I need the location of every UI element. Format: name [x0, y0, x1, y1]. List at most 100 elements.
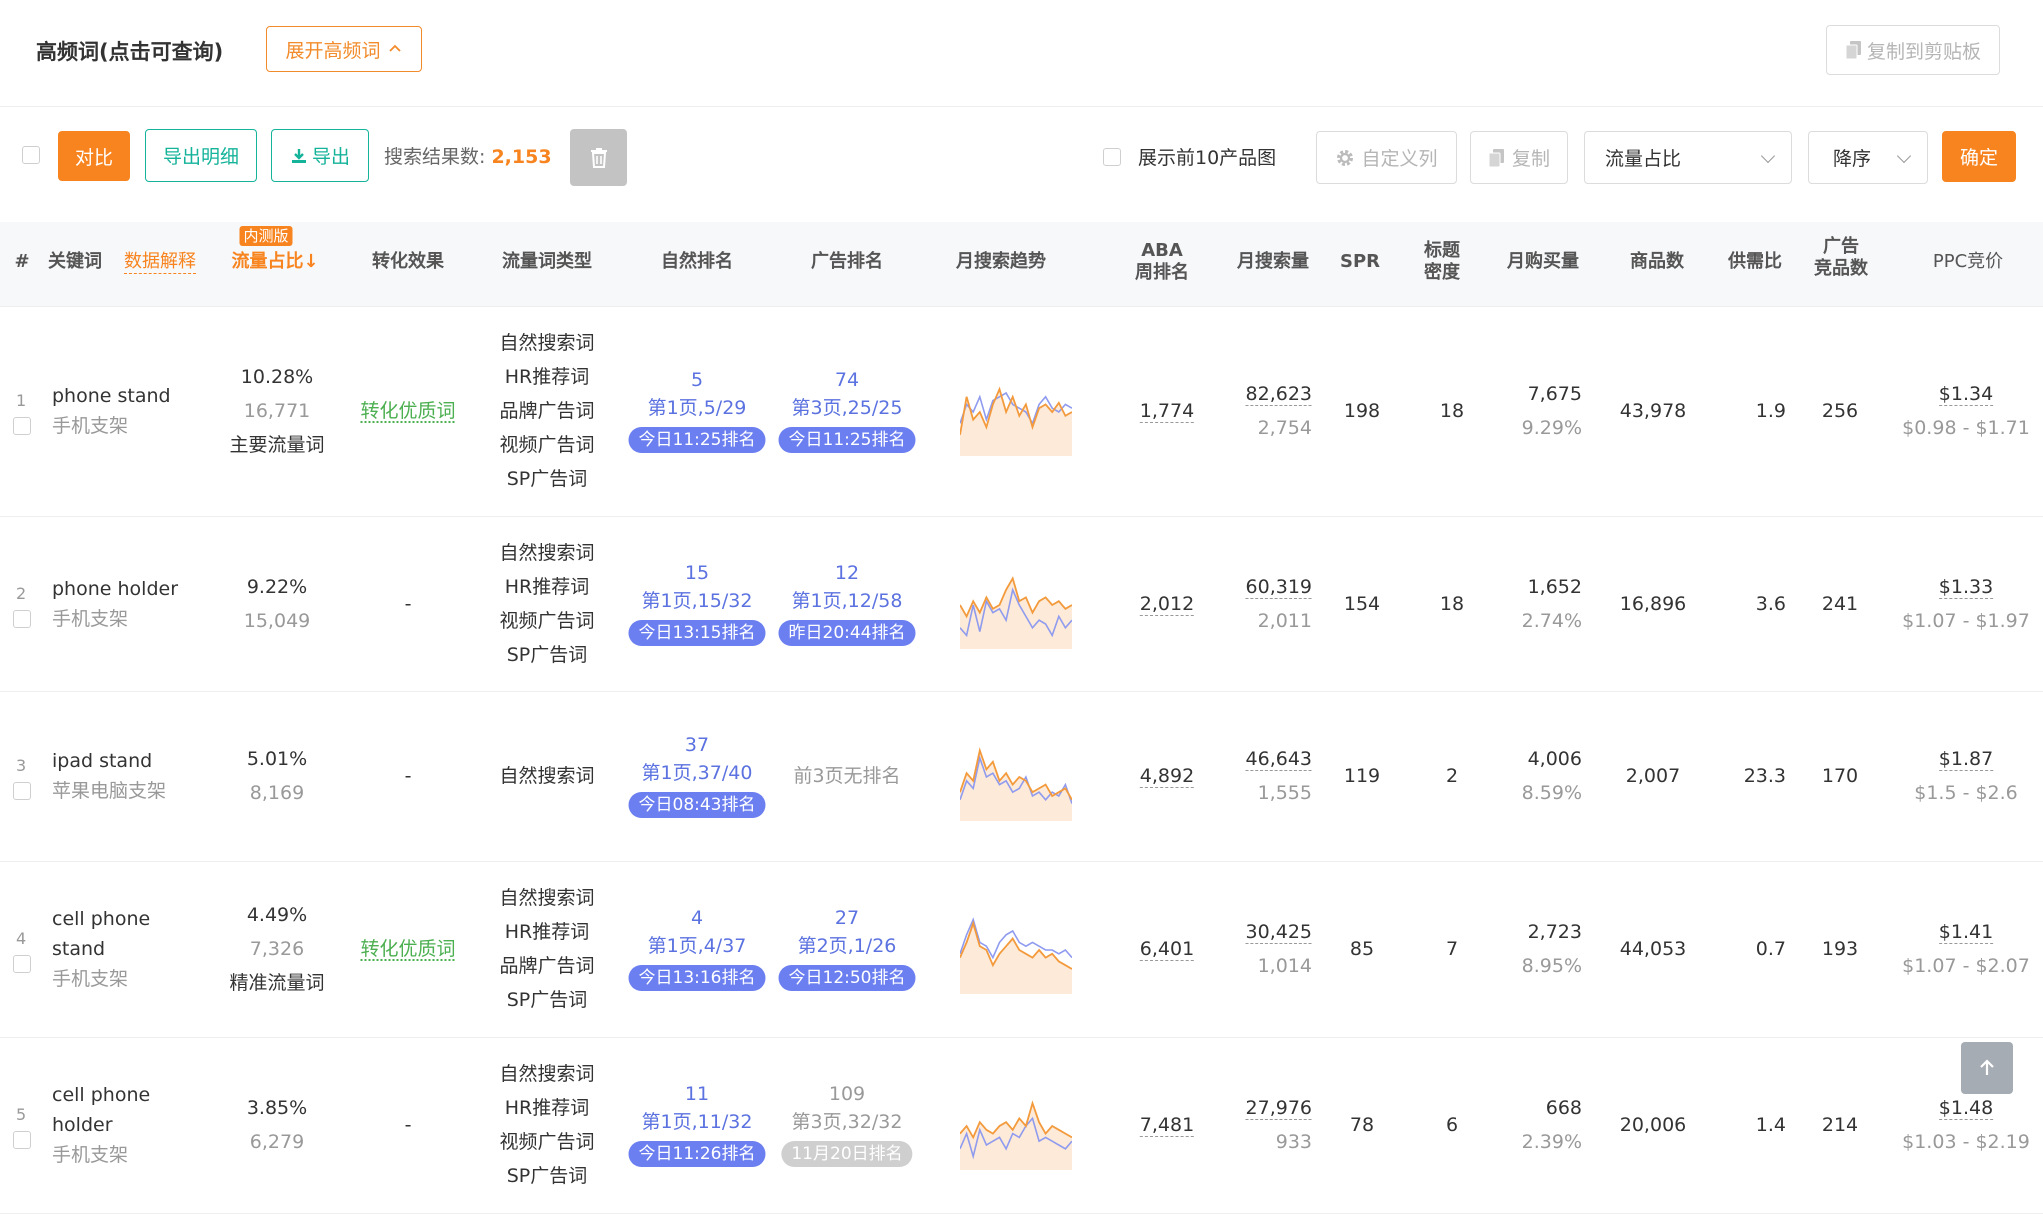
row-checkbox[interactable] [13, 1131, 31, 1149]
keyword-cell: cell phone holder 手机支架 [52, 1080, 150, 1170]
natural-rank-cell: 5 第1页,5/29 今日11:25排名 [629, 366, 766, 456]
result-number: 2,153 [491, 146, 551, 168]
traffic-type-item: 自然搜索词 [499, 759, 594, 793]
aba-rank-value[interactable]: 1,774 [1140, 400, 1194, 423]
scroll-top-button[interactable] [1961, 1042, 2013, 1094]
aba-rank-value[interactable]: 7,481 [1140, 1114, 1194, 1137]
title-density-value: 2 [1446, 759, 1458, 793]
ad-products-value: 170 [1822, 759, 1858, 793]
trend-chart[interactable] [960, 559, 1072, 649]
row-checkbox[interactable] [13, 610, 31, 628]
natural-rank-page: 第1页,37/40 [629, 759, 766, 787]
compare-button[interactable]: 对比 [58, 131, 130, 181]
trend-chart[interactable] [960, 366, 1072, 456]
monthly-search-value[interactable]: 46,643 [1246, 748, 1312, 771]
expand-keywords-button[interactable]: 展开高频词 [266, 26, 422, 72]
monthly-search-value[interactable]: 30,425 [1246, 921, 1312, 944]
purchase-rate: 2.74% [1522, 604, 1582, 638]
aba-rank-value[interactable]: 6,401 [1140, 938, 1194, 961]
ppc-value[interactable]: $1.48 [1939, 1097, 1993, 1120]
natural-rank-cell: 15 第1页,15/32 今日13:15排名 [629, 559, 766, 649]
col-index: # [14, 251, 29, 273]
ppc-range: $1.5 - $2.6 [1914, 776, 2018, 810]
keyword-text[interactable]: phone holder [52, 574, 178, 604]
monthly-search-value[interactable]: 82,623 [1246, 383, 1312, 406]
confirm-button[interactable]: 确定 [1942, 131, 2016, 182]
ppc-value[interactable]: $1.33 [1939, 576, 1993, 599]
beta-badge: 内测版 [239, 226, 292, 246]
keyword-text[interactable]: stand [52, 934, 150, 964]
ppc-cell: $1.33 $1.07 - $1.97 [1902, 570, 2030, 638]
traffic-type-item: SP广告词 [499, 1159, 594, 1193]
traffic-type-item: HR推荐词 [499, 570, 594, 604]
traffic-share-count: 7,326 [229, 932, 324, 966]
ppc-value[interactable]: $1.41 [1939, 921, 1993, 944]
col-traffic-share[interactable]: 流量占比↓ [231, 251, 318, 273]
row-checkbox[interactable] [13, 955, 31, 973]
ad-rank-page: 第1页,12/58 [779, 587, 916, 615]
ppc-cell: $1.41 $1.07 - $2.07 [1902, 915, 2030, 983]
product-count-value: 43,978 [1620, 394, 1686, 428]
keyword-translation: 手机支架 [52, 411, 171, 441]
keyword-text[interactable]: ipad stand [52, 746, 166, 776]
aba-rank-cell: 7,481 [1140, 1108, 1194, 1142]
natural-rank-number: 37 [629, 731, 766, 759]
export-button[interactable]: 导出 [271, 129, 369, 182]
aba-rank-value[interactable]: 2,012 [1140, 593, 1194, 616]
aba-rank-cell: 2,012 [1140, 587, 1194, 621]
ad-rank-time-badge: 11月20日排名 [781, 1141, 912, 1167]
table-row: 1 phone stand 手机支架 10.28% 16,771 主要流量词 转化优质词 自然… [0, 306, 2043, 517]
ad-rank-cell: 27 第2页,1/26 今日12:50排名 [779, 904, 916, 994]
ad-rank-page: 第2页,1/26 [779, 932, 916, 960]
row-checkbox[interactable] [13, 782, 31, 800]
row-checkbox[interactable] [13, 417, 31, 435]
traffic-type-item: HR推荐词 [499, 1091, 594, 1125]
supply-demand-value: 1.9 [1756, 394, 1786, 428]
monthly-search-value[interactable]: 27,976 [1246, 1097, 1312, 1120]
copy-clipboard-button[interactable]: 复制到剪贴板 [1826, 25, 2000, 75]
ppc-cell: $1.34 $0.98 - $1.71 [1902, 377, 2030, 445]
keyword-text[interactable]: phone stand [52, 381, 171, 411]
ppc-value[interactable]: $1.87 [1939, 748, 1993, 771]
data-explain-link[interactable]: 数据解释 [124, 251, 196, 274]
traffic-share-cell: 5.01% 8,169 [247, 742, 307, 810]
monthly-purchase-cell: 7,675 9.29% [1522, 377, 1582, 445]
conversion-value: 转化优质词 [360, 938, 455, 960]
keyword-text[interactable]: cell phone [52, 904, 150, 934]
title-density-value: 18 [1440, 587, 1464, 621]
purchase-rate: 8.59% [1522, 776, 1582, 810]
trend-chart[interactable] [960, 731, 1072, 821]
sort-order-select[interactable]: 降序 [1808, 131, 1928, 184]
traffic-type-item: 视频广告词 [499, 604, 594, 638]
ad-products-value: 193 [1822, 932, 1858, 966]
trend-chart[interactable] [960, 904, 1072, 994]
spr-value: 154 [1344, 587, 1380, 621]
conversion-cell: 转化优质词 [360, 932, 455, 966]
aba-rank-value[interactable]: 4,892 [1140, 765, 1194, 788]
title-density-value: 6 [1446, 1108, 1458, 1142]
product-count-value: 44,053 [1620, 932, 1686, 966]
select-all-checkbox[interactable] [22, 146, 40, 164]
col-aba-rank-line1: ABA [1135, 240, 1189, 262]
keyword-text[interactable]: holder [52, 1110, 150, 1140]
show-top10-checkbox[interactable] [1103, 148, 1121, 166]
custom-columns-label: 自定义列 [1361, 144, 1437, 171]
trend-chart[interactable] [960, 1080, 1072, 1170]
monthly-search-value[interactable]: 60,319 [1246, 576, 1312, 599]
traffic-type-cell: 自然搜索词 [499, 759, 594, 793]
spr-value: 198 [1344, 394, 1380, 428]
traffic-type-item: 自然搜索词 [499, 881, 594, 915]
ppc-value[interactable]: $1.34 [1939, 383, 1993, 406]
keyword-text[interactable]: cell phone [52, 1080, 150, 1110]
traffic-type-item: 自然搜索词 [499, 1057, 594, 1091]
traffic-type-item: 自然搜索词 [499, 326, 594, 360]
sort-field-select[interactable]: 流量占比 [1584, 131, 1792, 184]
copy-button[interactable]: 复制 [1470, 131, 1568, 184]
export-detail-button[interactable]: 导出明细 [145, 129, 257, 182]
delete-button[interactable] [570, 129, 627, 186]
spr-value: 85 [1350, 932, 1374, 966]
ad-rank-page: 第3页,25/25 [779, 394, 916, 422]
col-spr: SPR [1340, 251, 1380, 273]
custom-columns-button[interactable]: 自定义列 [1316, 131, 1457, 184]
ppc-range: $1.03 - $2.19 [1902, 1125, 2030, 1159]
